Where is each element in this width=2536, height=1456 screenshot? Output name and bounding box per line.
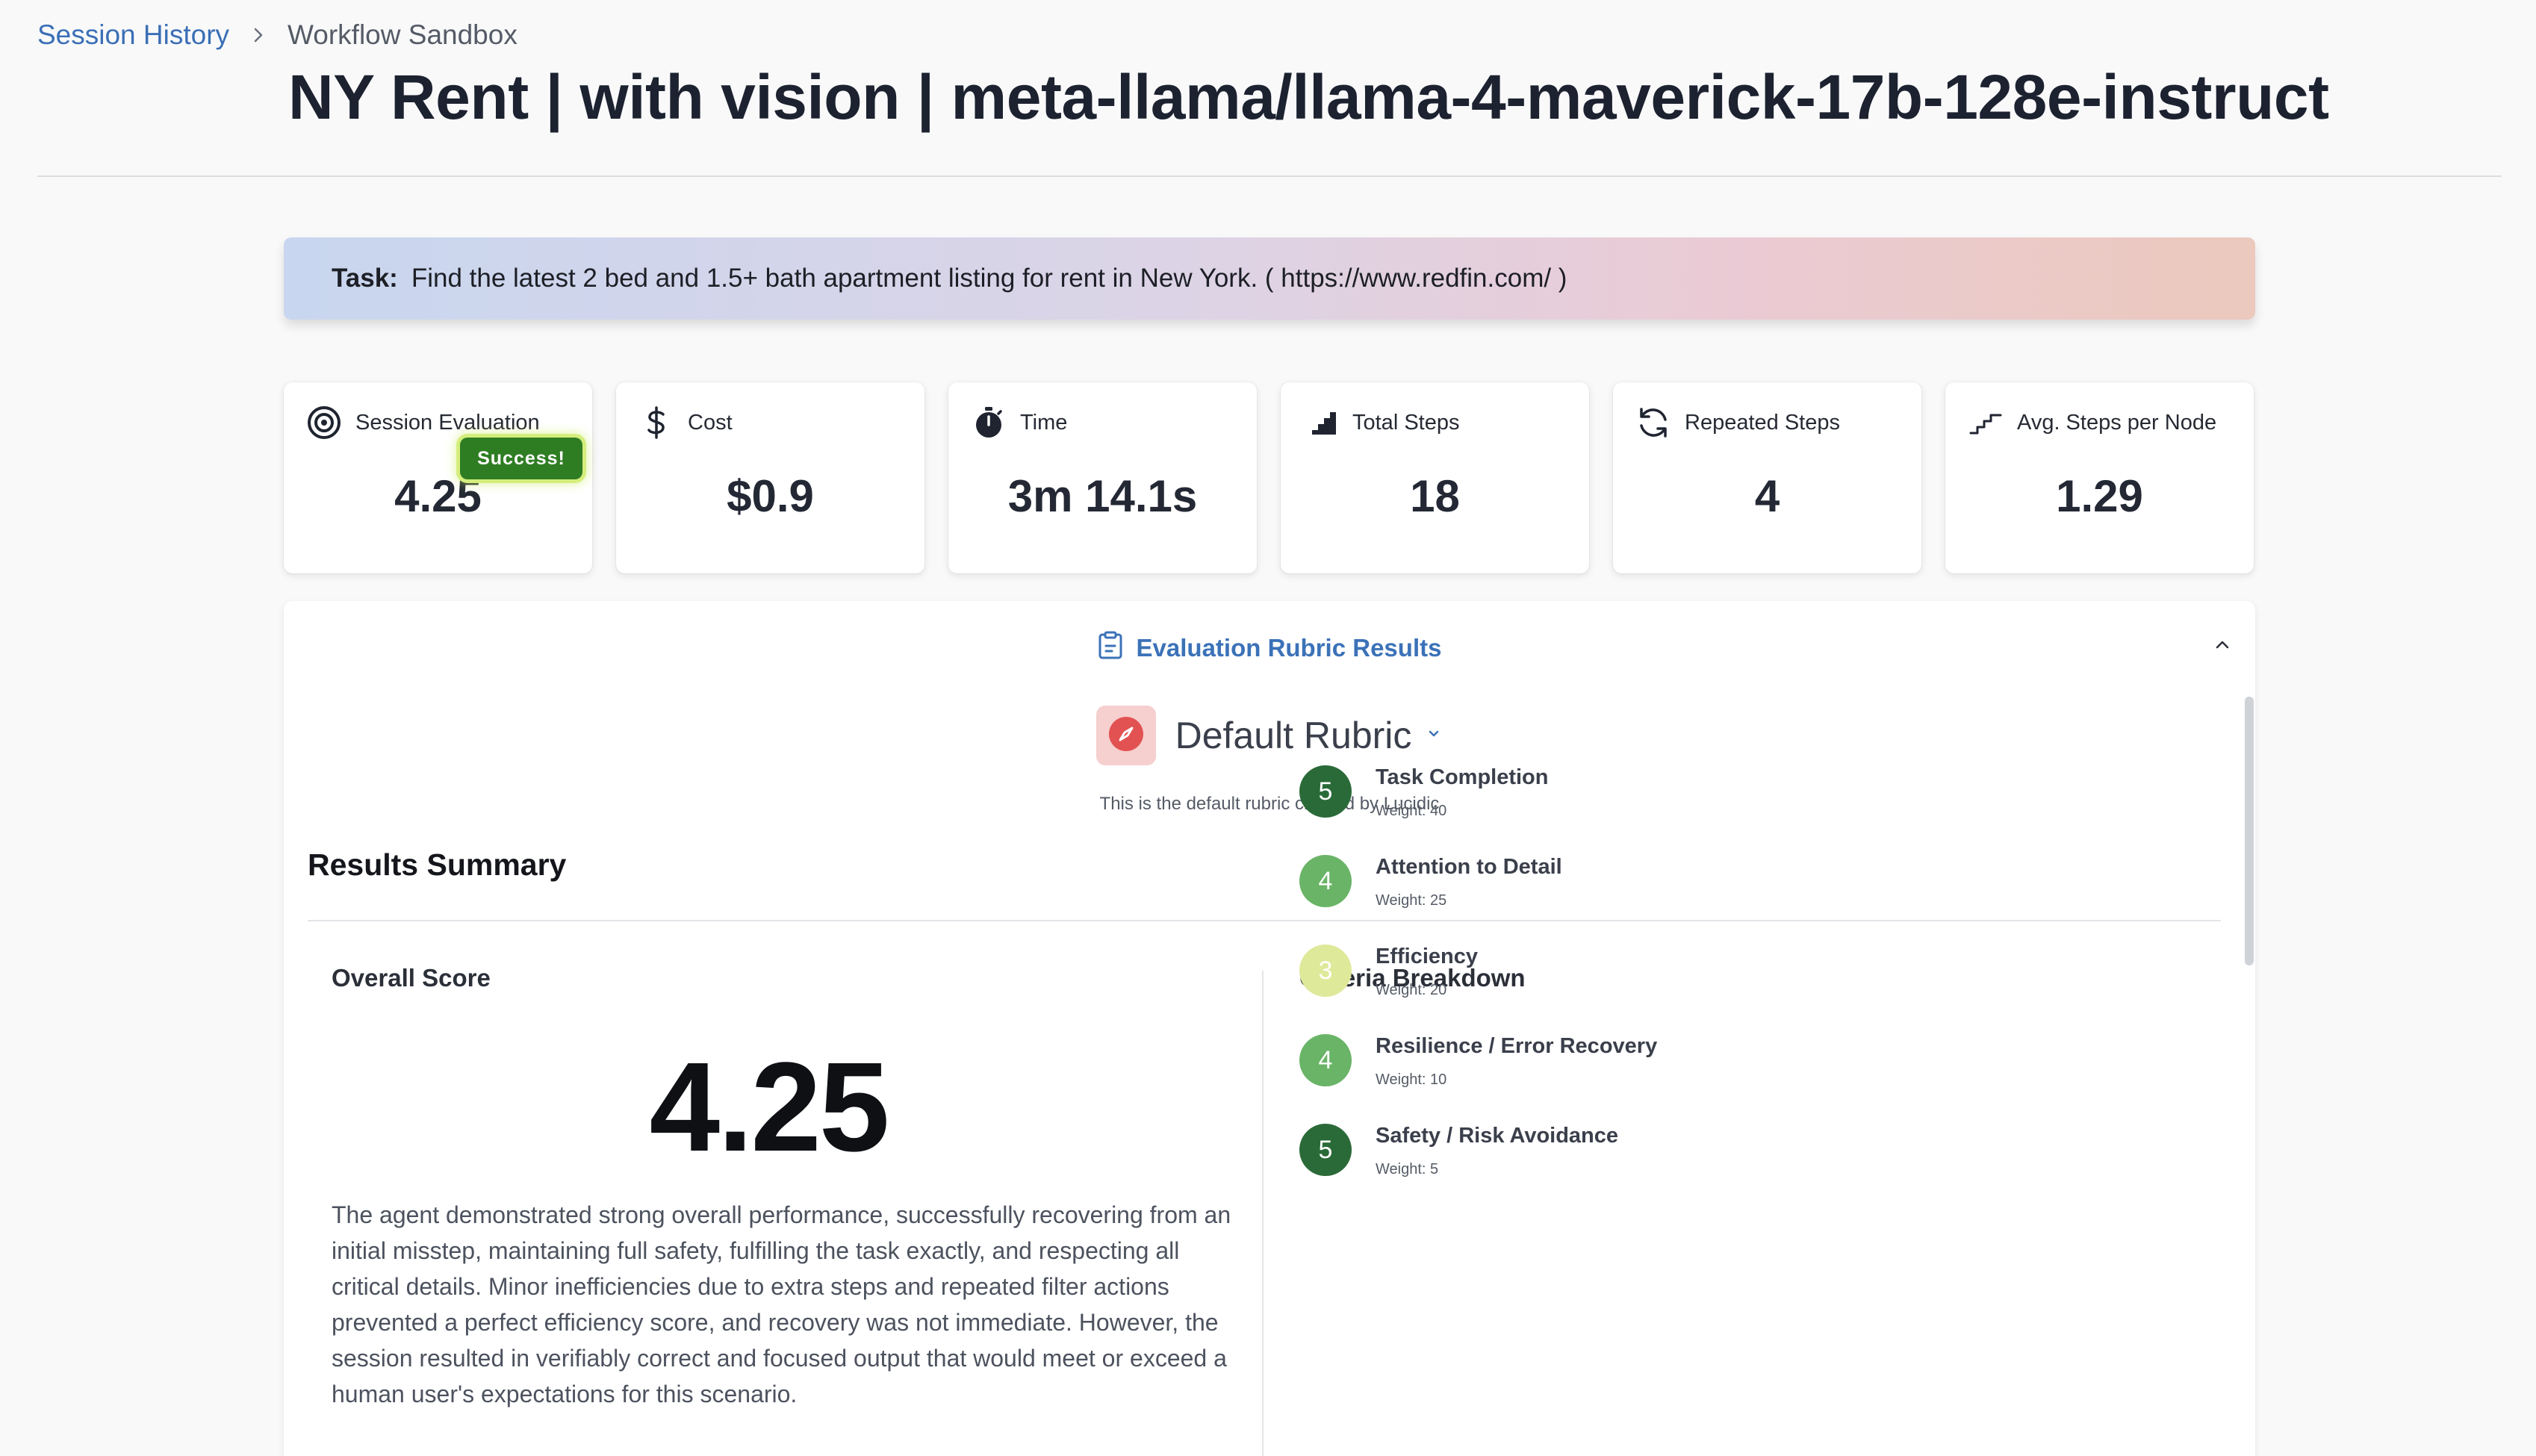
chevron-up-icon — [2214, 639, 2231, 653]
rubric-name: Default Rubric — [1175, 715, 1412, 756]
criterion-weight: Weight: 10 — [1376, 1071, 1447, 1088]
stat-card-avg-steps: Avg. Steps per Node 1.29 — [1945, 382, 2254, 573]
collapse-button[interactable] — [2207, 631, 2237, 661]
stat-value: 3m 14.1s — [1007, 471, 1198, 521]
success-badge: Success! — [460, 438, 582, 479]
criterion-weight: Weight: 20 — [1376, 982, 1447, 998]
criterion-score: 3 — [1299, 945, 1352, 997]
criterion-score: 4 — [1299, 1034, 1352, 1086]
bar-steps-icon — [1303, 405, 1339, 441]
stairs-icon — [1968, 405, 2004, 441]
stat-card-repeated-steps: Repeated Steps 4 — [1613, 382, 1921, 573]
dollar-icon — [638, 405, 674, 441]
panel-title: Evaluation Rubric Results — [1136, 634, 1442, 662]
task-label: Task: — [332, 264, 398, 293]
header-divider — [37, 175, 2502, 177]
stat-value: 1.29 — [2056, 471, 2143, 521]
criterion-score: 5 — [1299, 1124, 1352, 1176]
stat-value: 4 — [1754, 471, 1780, 521]
stopwatch-icon — [971, 405, 1007, 441]
criterion-weight: Weight: 40 — [1376, 803, 1447, 819]
stat-value: $0.9 — [727, 471, 814, 521]
criterion-name: Safety / Risk Avoidance — [1376, 1124, 1619, 1148]
rubric-avatar — [1095, 706, 1156, 765]
results-summary-heading: Results Summary — [308, 847, 567, 882]
breadcrumb-session-history[interactable]: Session History — [37, 19, 229, 51]
chevron-down-icon[interactable] — [1425, 725, 1443, 747]
stat-label: Session Evaluation — [355, 410, 540, 435]
stat-card-total-steps: Total Steps 18 — [1281, 382, 1589, 573]
stat-card-cost: Cost $0.9 — [616, 382, 924, 573]
criterion-name: Task Completion — [1376, 765, 1549, 789]
summary-divider — [308, 920, 2221, 921]
task-banner: Task: Find the latest 2 bed and 1.5+ bat… — [284, 237, 2255, 320]
stat-value: 18 — [1410, 471, 1460, 521]
page-title: NY Rent | with vision | meta-llama/llama… — [288, 62, 2329, 132]
breadcrumb-current: Workflow Sandbox — [288, 19, 518, 50]
criterion-weight: Weight: 5 — [1376, 1161, 1439, 1177]
compass-icon — [1107, 715, 1145, 756]
stat-label: Repeated Steps — [1685, 410, 1840, 435]
stat-label: Total Steps — [1352, 410, 1460, 435]
criterion-score: 4 — [1299, 855, 1352, 907]
panel-header[interactable]: Evaluation Rubric Results — [284, 631, 2255, 665]
criterion-name: Resilience / Error Recovery — [1376, 1034, 1658, 1058]
criterion-name: Attention to Detail — [1376, 855, 1562, 879]
chevron-right-icon — [249, 25, 268, 45]
stat-label: Cost — [688, 410, 733, 435]
criterion-score: 5 — [1299, 765, 1352, 818]
target-icon — [306, 405, 342, 441]
stat-label: Time — [1020, 410, 1068, 435]
breadcrumb: Session History Workflow Sandbox — [37, 19, 518, 51]
clipboard-icon — [1098, 631, 1123, 665]
rubric-selector[interactable]: Default Rubric — [284, 706, 2255, 765]
overall-score-label: Overall Score — [332, 964, 491, 992]
stat-label: Avg. Steps per Node — [2017, 410, 2217, 435]
criterion-name: Efficiency — [1376, 945, 1478, 968]
column-divider — [1262, 971, 1264, 1456]
overall-score-explanation: The agent demonstrated strong overall pe… — [332, 1201, 1231, 1407]
evaluation-rubric-panel: Evaluation Rubric Results Default Rubric… — [284, 601, 2255, 1456]
stat-card-time: Time 3m 14.1s — [948, 382, 1257, 573]
task-text: Find the latest 2 bed and 1.5+ bath apar… — [411, 264, 1567, 293]
rubric-description: This is the default rubric created by Lu… — [1099, 794, 1440, 814]
refresh-icon — [1635, 405, 1671, 441]
criterion-weight: Weight: 25 — [1376, 892, 1447, 909]
overall-score-value: 4.25 — [649, 1036, 890, 1178]
